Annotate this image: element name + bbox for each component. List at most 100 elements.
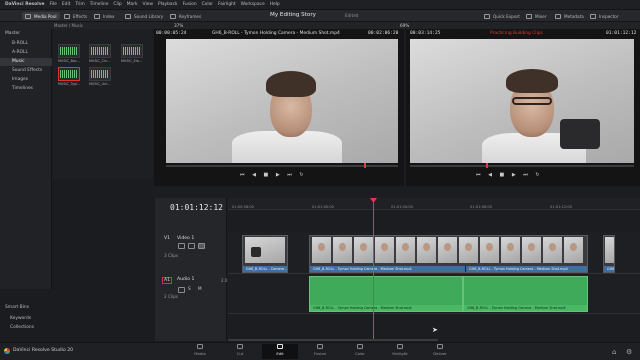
quick-export-button[interactable]: Quick Export — [484, 12, 520, 20]
page-tab-color[interactable]: Color — [342, 344, 378, 359]
menu-help[interactable]: Help — [270, 2, 280, 7]
track-lock-icon[interactable] — [178, 243, 185, 249]
bin-path: Master / Music — [54, 23, 83, 28]
inspector-icon — [590, 13, 596, 19]
program-timecode-left: 00:03:14:25 — [410, 31, 441, 36]
clip-frame — [375, 237, 394, 263]
source-zoom[interactable]: 37% — [174, 23, 183, 28]
keyframes-button[interactable]: Keyframes — [170, 12, 201, 20]
clip-frame — [333, 237, 352, 263]
solo-button[interactable]: S — [188, 286, 191, 291]
timeline-ruler[interactable] — [228, 198, 640, 210]
program-scrubber[interactable] — [410, 165, 634, 167]
menu-color[interactable]: Color — [202, 2, 213, 7]
program-timeline-name[interactable]: Practicing Building Clips — [490, 31, 543, 36]
menu-playback[interactable]: Playback — [158, 2, 178, 7]
source-transport-controls[interactable]: ⏮ ◀ ■ ▶ ⏭ ↻ — [240, 172, 307, 178]
page-tab-deliver[interactable]: Deliver — [422, 344, 458, 359]
bin-images[interactable]: Images — [12, 77, 28, 82]
video-clip[interactable]: GH6_B-ROLL - Tymon Holding Camera - Medi… — [309, 235, 588, 273]
menu-trim[interactable]: Trim — [75, 2, 84, 7]
audio-clip[interactable]: GH6_B-ROLL - Tymon Holding Camera - Medi… — [463, 276, 588, 312]
video-clip[interactable]: GH6_B-ROLL - Camera ... — [242, 235, 288, 273]
color-page-icon — [357, 344, 363, 349]
source-playhead[interactable] — [364, 163, 366, 168]
bin-a-roll[interactable]: A-ROLL — [12, 50, 28, 55]
a1-id[interactable]: A1 — [162, 277, 173, 284]
menu-clip[interactable]: Clip — [113, 2, 121, 7]
inspector-button[interactable]: Inspector — [590, 12, 619, 20]
clip-frame — [354, 237, 373, 263]
track-auto-select-icon[interactable] — [188, 243, 195, 249]
source-clip-title: GH6_B-ROLL - Tymon Holding Camera - Medi… — [212, 31, 340, 36]
menu-file[interactable]: File — [50, 2, 57, 7]
sound-library-button[interactable]: Sound Library — [125, 12, 163, 20]
metadata-button[interactable]: Metadata — [555, 12, 584, 20]
menu-view[interactable]: View — [143, 2, 153, 7]
smart-bin-collections[interactable]: Collections — [10, 325, 34, 330]
source-video-frame[interactable] — [166, 39, 398, 163]
fairlight-page-icon — [397, 344, 403, 349]
v1-id: V1 — [164, 236, 171, 241]
program-video-frame[interactable] — [410, 39, 634, 163]
bin-sound-effects[interactable]: Sound Effects — [12, 68, 42, 73]
home-icon[interactable]: ⌂ — [612, 348, 616, 356]
edit-page-icon — [277, 344, 283, 349]
bin-list: Master B-ROLL A-ROLL Music Sound Effects… — [0, 29, 52, 330]
clip-label: GH6_B-ROLL - Camera ... — [243, 266, 287, 272]
program-zoom[interactable]: 69% — [400, 23, 409, 28]
smart-bin-keywords[interactable]: Keywords — [10, 316, 31, 321]
index-button[interactable]: Index — [94, 12, 115, 20]
track-lock-icon[interactable] — [178, 287, 185, 293]
clip-thumbnail-selected[interactable] — [58, 67, 80, 81]
ruler-tick: 01:01:12:00 — [550, 205, 572, 209]
bin-master[interactable]: Master — [5, 31, 20, 36]
effects-button[interactable]: Effects — [64, 12, 87, 20]
menu-workspace[interactable]: Workspace — [241, 2, 265, 7]
bin-timelines[interactable]: Timelines — [12, 86, 33, 91]
media-page-icon — [197, 344, 203, 349]
menu-timeline[interactable]: Timeline — [90, 2, 109, 7]
clip-label: GH6_B-ROLL - Tymon Holding Camera - Medi… — [464, 305, 587, 311]
bin-music[interactable]: Music — [0, 58, 52, 66]
page-tab-fusion[interactable]: Fusion — [302, 344, 338, 359]
ruler-tick: 01:00:56:00 — [232, 205, 254, 209]
page-tab-fairlight[interactable]: Fairlight — [382, 344, 418, 359]
smart-bins-title: Smart Bins — [5, 305, 29, 310]
clip-label: GH6_B-ROLL - Tymon Holding Camera - Medi… — [465, 266, 587, 272]
menu-fusion[interactable]: Fusion — [183, 2, 197, 7]
mixer-button[interactable]: Mixer — [526, 12, 546, 20]
media-pool-button[interactable]: Media Pool — [22, 12, 60, 20]
settings-gear-icon[interactable]: ⚙ — [626, 348, 632, 356]
a1-name[interactable]: Audio 1 — [177, 277, 194, 282]
clip-frame — [396, 237, 415, 263]
v1-name[interactable]: Video 1 — [177, 236, 194, 241]
mute-button[interactable]: M — [198, 286, 202, 291]
project-title: My Editing Story — [270, 12, 316, 18]
track-visibility-icon[interactable] — [198, 243, 205, 249]
audio-clip[interactable]: GH6_B-ROLL - Tymon Holding Camera - Medi… — [309, 276, 463, 312]
clip-frame — [312, 237, 331, 263]
page-tab-media[interactable]: Media — [182, 344, 218, 359]
program-transport-controls[interactable]: ⏮ ◀ ■ ▶ ⏭ ↻ — [476, 172, 543, 178]
person-hair — [506, 69, 558, 93]
top-toolbar: Media Pool Effects Index Sound Library K… — [0, 10, 640, 22]
timeline-scrollbar[interactable] — [228, 339, 438, 341]
page-tab-cut[interactable]: Cut — [222, 344, 258, 359]
bin-b-roll[interactable]: B-ROLL — [12, 41, 28, 46]
menu-fairlight[interactable]: Fairlight — [218, 2, 236, 7]
clip-thumbnail[interactable] — [89, 44, 111, 58]
video-clip[interactable]: GH6 — [603, 235, 615, 273]
ruler-tick: 01:01:04:00 — [391, 205, 413, 209]
program-playhead[interactable] — [486, 163, 488, 168]
menu-app[interactable]: DaVinci Resolve — [5, 2, 45, 7]
menu-mark[interactable]: Mark — [127, 2, 138, 7]
timeline-playhead[interactable] — [373, 198, 374, 341]
clip-frame — [564, 237, 583, 263]
page-tab-edit[interactable]: Edit — [262, 344, 298, 359]
clip-thumbnail[interactable] — [58, 44, 80, 58]
clip-thumbnail[interactable] — [89, 67, 111, 81]
resolve-logo-icon — [4, 348, 10, 354]
menu-edit[interactable]: Edit — [62, 2, 71, 7]
clip-thumbnail[interactable] — [121, 44, 143, 58]
